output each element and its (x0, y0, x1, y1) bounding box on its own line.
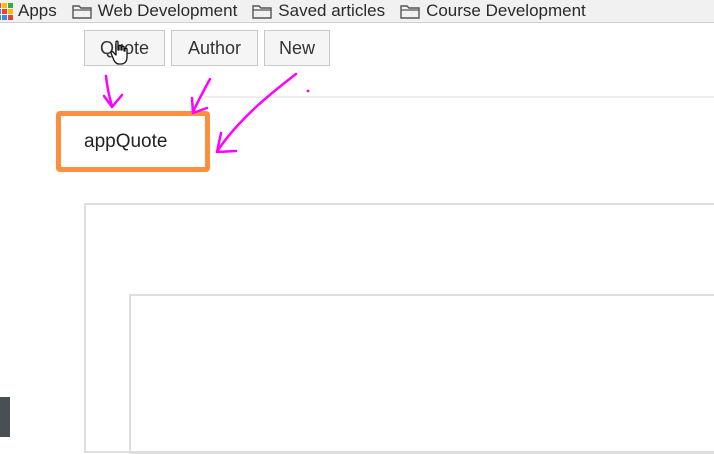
annotation-arrow (215, 131, 238, 154)
hand-pointer-icon (110, 40, 128, 65)
divider (204, 96, 714, 98)
folder-icon (252, 4, 272, 19)
window-edge (0, 397, 10, 437)
bookmark-apps-label: Apps (18, 1, 57, 20)
inner-panel (129, 294, 714, 454)
folder-icon (72, 4, 92, 19)
annotation-dot (306, 89, 310, 93)
bookmark-folder-label: Web Development (97, 1, 238, 20)
bookmark-folder-course-development[interactable]: Course Development (400, 1, 586, 21)
bookmark-apps[interactable]: Apps (0, 1, 57, 21)
apps-grid-icon (0, 2, 13, 20)
new-button[interactable]: New (264, 30, 330, 66)
annotation-arrow (102, 93, 124, 109)
annotation-arrow (104, 74, 114, 108)
author-button[interactable]: Author (171, 30, 258, 66)
bookmark-folder-web-development[interactable]: Web Development (72, 1, 238, 21)
bookmarks-bar: Apps Web Development Saved articles Cour… (0, 0, 714, 23)
bookmark-folder-saved-articles[interactable]: Saved articles (252, 1, 385, 21)
component-label: appQuote (84, 131, 168, 152)
annotation-arrow (216, 72, 298, 152)
bookmark-folder-label: Course Development (426, 1, 586, 20)
folder-icon (400, 4, 420, 19)
bookmark-folder-label: Saved articles (278, 1, 386, 20)
